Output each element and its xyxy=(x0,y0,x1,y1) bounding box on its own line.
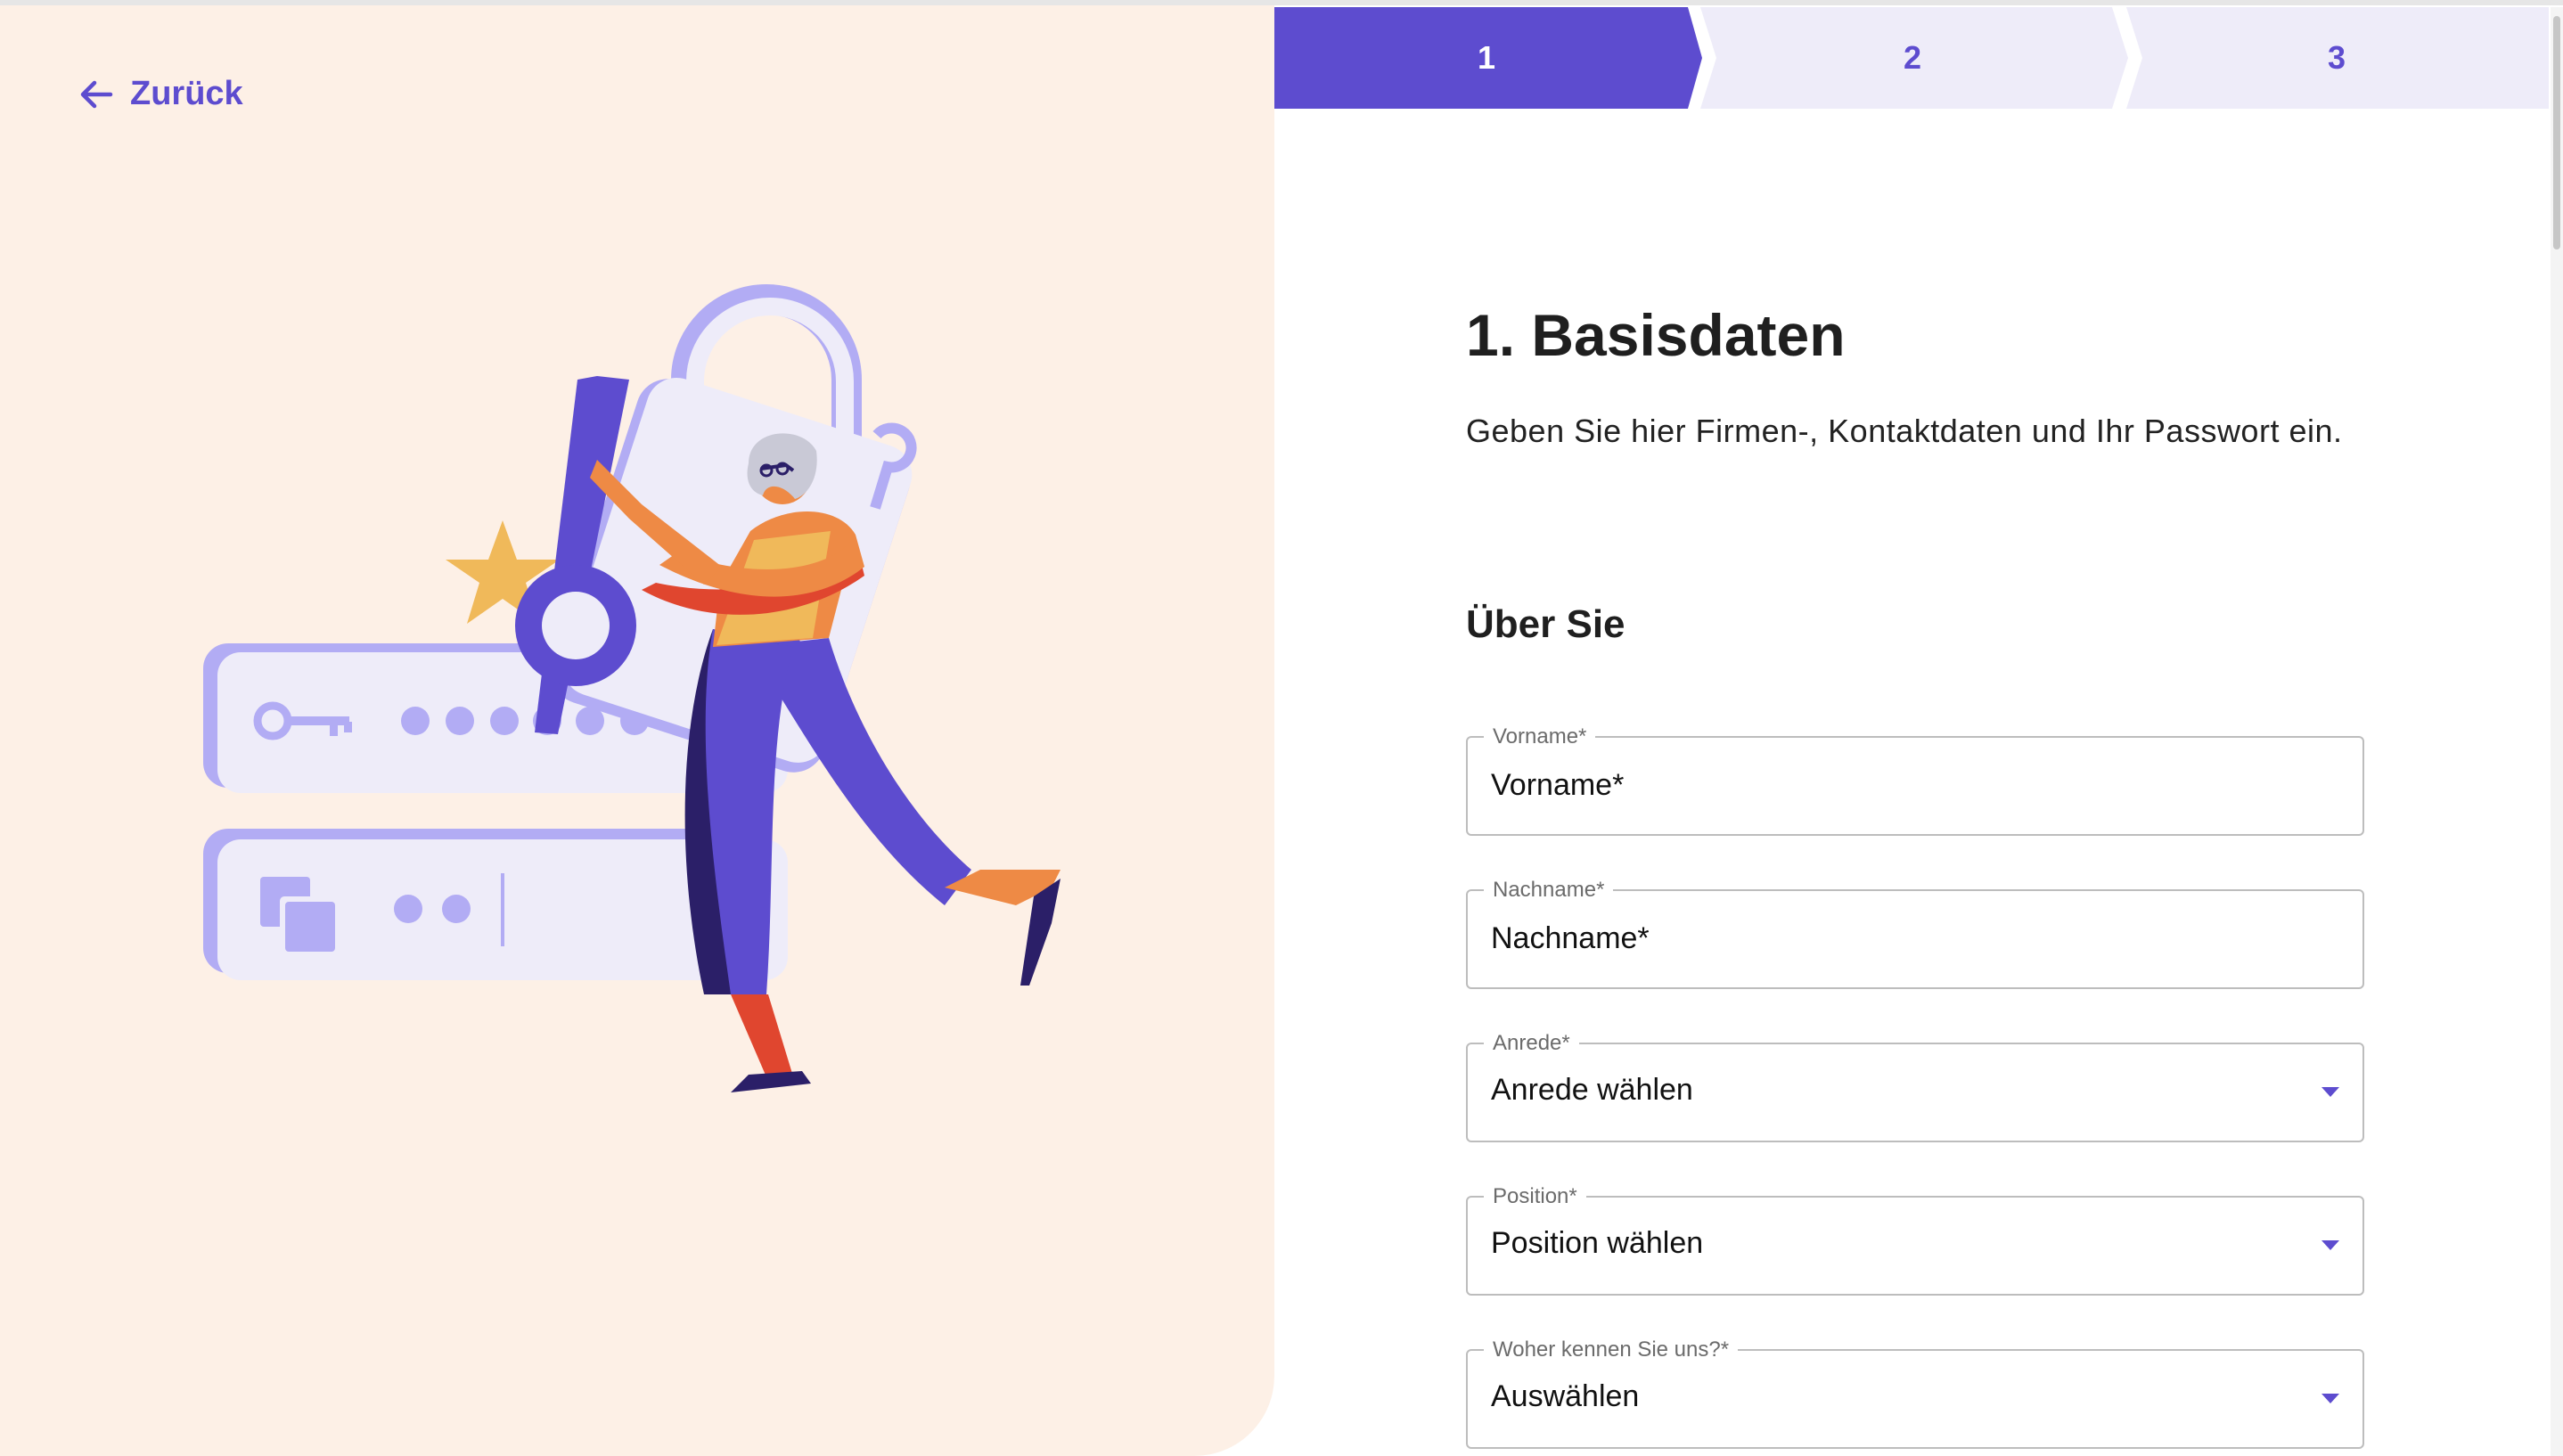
last-name-input[interactable] xyxy=(1491,912,2293,964)
last-name-field[interactable]: Nachname* xyxy=(1466,879,2364,989)
first-name-field[interactable]: Vorname* xyxy=(1466,725,2364,836)
section-title: Über Sie xyxy=(1466,602,1625,646)
salutation-value: Anrede wählen xyxy=(1491,1073,1693,1107)
salutation-label: Anrede* xyxy=(1484,1032,1579,1055)
referral-source-value: Auswählen xyxy=(1491,1379,1640,1413)
triangle-down-icon xyxy=(2321,1240,2339,1250)
position-value: Position wählen xyxy=(1491,1226,1704,1260)
referral-source-label: Woher kennen Sie uns?* xyxy=(1484,1338,1739,1362)
step-3[interactable]: 3 xyxy=(2310,7,2363,109)
step-2[interactable]: 2 xyxy=(1886,7,1939,109)
back-label: Zurück xyxy=(130,75,243,112)
position-label: Position* xyxy=(1484,1185,1586,1208)
last-name-label: Nachname* xyxy=(1484,879,1614,902)
first-name-input[interactable] xyxy=(1491,759,2293,811)
page-scrollbar[interactable] xyxy=(2551,7,2563,1456)
scrollbar-thumb[interactable] xyxy=(2553,16,2560,249)
security-illustration xyxy=(203,284,1060,1092)
first-name-label: Vorname* xyxy=(1484,725,1596,748)
arrow-left-icon xyxy=(80,80,113,108)
step-1[interactable]: 1 xyxy=(1460,7,1513,109)
referral-source-select[interactable]: Woher kennen Sie uns?* Auswählen xyxy=(1466,1338,2364,1449)
triangle-down-icon xyxy=(2321,1087,2339,1097)
back-button[interactable]: Zurück xyxy=(78,75,243,113)
page-title: 1. Basisdaten xyxy=(1466,302,1846,368)
salutation-select[interactable]: Anrede* Anrede wählen xyxy=(1466,1032,2364,1142)
triangle-down-icon xyxy=(2321,1394,2339,1403)
progress-stepper: 1 2 3 xyxy=(1274,7,2549,109)
position-select[interactable]: Position* Position wählen xyxy=(1466,1185,2364,1296)
page-intro: Geben Sie hier Firmen-, Kontaktdaten und… xyxy=(1466,413,2343,449)
illustration-panel: Zurück xyxy=(0,5,1274,1456)
